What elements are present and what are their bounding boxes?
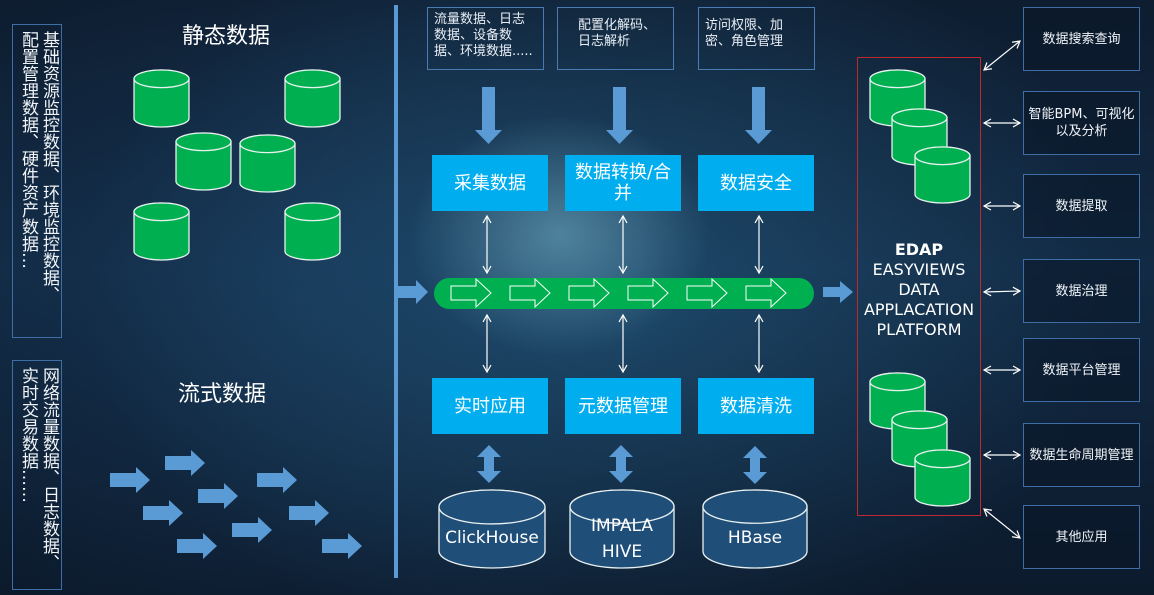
app-link-arrow-icon [983,508,1021,539]
process-transform-merge[interactable]: 数据转换/合并 [565,155,681,211]
storage-link-arrow-icon [743,446,767,484]
storage-label: ClickHouse [445,528,539,548]
storage-link-arrow-icon [477,445,501,483]
app-data-extraction[interactable]: 数据提取 [1023,174,1140,238]
app-link-arrow-icon [982,286,1022,297]
static-description-line1: 基础资源监控数据、环境监控数据、 [39,31,59,303]
storage-label-line2: HIVE [602,542,642,562]
stream-arrow-icon [289,500,329,526]
stream-arrow-icon [198,483,238,509]
source-box-security: 访问权限、加密、角色管理 [698,7,815,70]
app-bpm-visualization[interactable]: 智能BPM、可视化以及分析 [1023,91,1140,155]
pipeline-output-arrow-icon [823,281,853,303]
stream-description-line2: 实时交易数据…… [18,367,38,503]
stream-arrow-icon [257,467,297,493]
stream-arrow-icon [322,533,362,559]
down-arrow-icon [745,87,772,144]
process-data-cleaning[interactable]: 数据清洗 [698,378,814,434]
separator-line [394,5,398,578]
edap-line3: APPLACATION [863,300,975,319]
database-icon [284,202,341,261]
source-box-decode: 配置化解码、日志解析 [557,7,674,70]
app-link-arrow-icon [983,40,1021,71]
app-other-applications[interactable]: 其他应用 [1023,505,1140,569]
database-icon [284,69,341,128]
storage-label-line1: IMPALA [591,516,653,536]
source-box-ingest: 流量数据、日志数据、设备数据、环境数据..... [427,7,544,70]
edap-line4: PLATFORM [876,320,962,339]
process-realtime-app[interactable]: 实时应用 [432,378,548,434]
static-data-title: 静态数据 [181,24,270,49]
edap-platform-label: EDAP EASYVIEWS DATA APPLACATION PLATFORM [857,240,981,340]
storage-database-icon: IMPALA HIVE [569,489,675,569]
stream-arrow-icon [232,517,272,543]
stream-arrow-icon [143,500,183,526]
stream-data-description: 网络流量数据、日志数据、 实时交易数据…… [12,360,62,590]
app-data-governance[interactable]: 数据治理 [1023,259,1140,323]
database-icon [133,202,190,261]
storage-database-icon: HBase [702,489,808,569]
stream-description-line1: 网络流量数据、日志数据、 [39,367,59,571]
storage-link-arrow-icon [609,445,633,483]
pipeline-input-arrow-icon [398,280,428,304]
down-arrow-icon [606,87,633,144]
stream-arrow-icon [165,450,205,476]
static-description-line2: 配置管理数据、硬件资产数据… [18,31,38,269]
edap-line1: EASYVIEWS [872,260,966,279]
storage-database-icon: ClickHouse [438,489,546,569]
database-icon [133,69,190,128]
down-arrow-icon [475,87,502,144]
database-icon [175,132,232,191]
process-collect-data[interactable]: 采集数据 [432,155,548,211]
stream-arrow-icon [177,533,217,559]
edap-line2: DATA [898,280,940,299]
storage-label: HBase [728,528,782,548]
stream-data-title: 流式数据 [177,382,266,407]
process-data-security[interactable]: 数据安全 [698,155,814,211]
app-lifecycle-management[interactable]: 数据生命周期管理 [1023,423,1140,487]
static-data-description: 基础资源监控数据、环境监控数据、 配置管理数据、硬件资产数据… [12,24,62,338]
process-metadata-management[interactable]: 元数据管理 [565,378,681,434]
app-data-search-query[interactable]: 数据搜索查询 [1023,7,1140,71]
database-icon [239,134,296,193]
stream-arrow-icon [110,467,150,493]
edap-acronym: EDAP [894,240,944,259]
app-platform-management[interactable]: 数据平台管理 [1023,338,1140,402]
